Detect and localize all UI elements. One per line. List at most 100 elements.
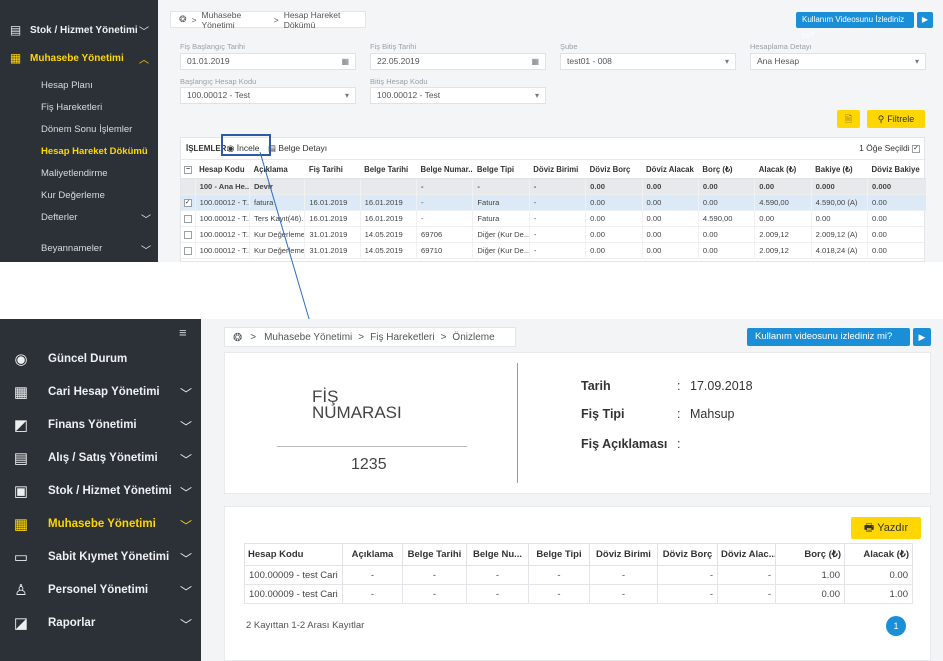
submenu-kur-degerleme[interactable]: Kur Değerleme [41,190,105,201]
sidebar-item-defterler[interactable]: Defterler [41,212,77,223]
checkbox-icon: ✓ [183,198,192,207]
column-header[interactable]: Hesap Kodu [244,543,343,566]
column-header[interactable]: Belge Tipi [528,543,590,566]
clipboard-icon: ▦ [9,51,22,65]
column-header[interactable]: Alacak (₺) [754,162,812,179]
table-cell: 16.01.2019 [359,194,417,211]
sidebar-item[interactable]: ▣ Stok / Hizmet Yönetimi ﹀ [0,477,201,507]
chevron-down-icon: ﹀ [141,246,151,257]
column-header[interactable]: Döviz Alac... [717,543,776,566]
sidebar-item[interactable]: ♙ Personel Yönetimi ﹀ [0,576,201,606]
column-header[interactable]: Döviz Birimi [529,162,586,179]
table-cell: 0.000 [867,178,926,195]
column-header[interactable]: Döviz Birimi [589,543,658,566]
video-prompt-button[interactable]: Kullanım Videosunu İzlediniz mi? [796,12,914,40]
column-header[interactable]: Belge Numar... [416,162,473,179]
fis-bitis-date-field[interactable]: 22.05.2019 ▦ [370,53,546,70]
sidebar-item[interactable]: ◪ Raporlar ﹀ [0,609,201,639]
chevron-down-icon: ﹀ [179,453,192,467]
submenu-hesap-plani[interactable]: Hesap Planı [41,80,93,91]
sidebar-item[interactable]: ▭ Sabit Kıymet Yönetimi ﹀ [0,543,201,573]
table-row[interactable]: 100.00009 - test Cari - - - - - - -0.00 1.00 [244,584,913,604]
submenu-hesap-hareket-dokumu[interactable]: Hesap Hareket Dökümü [41,146,148,157]
row-checkbox[interactable] [181,242,196,259]
column-header[interactable]: Belge Tarihi [360,162,417,179]
breadcrumb-item[interactable]: Fiş Hareketleri [370,332,434,343]
column-header[interactable]: Belge Tarihi [402,543,467,566]
table-cell: 2.009,12 (A) [810,226,868,243]
submenu-fis-hareketleri[interactable]: Fiş Hareketleri [41,102,102,113]
table-cell: 0.00 [810,210,868,227]
table-cell: - [717,565,776,585]
invoice-icon: ▤ [13,450,29,467]
column-header[interactable]: Belge Nu... [466,543,529,566]
column-header[interactable]: Borç (₺) [698,162,755,179]
fis-aciklamasi-label: Fiş Açıklaması [581,437,668,451]
sube-select[interactable]: test01 - 008 ▾ [560,53,736,70]
table-cell: - [466,565,529,585]
sidebar-item[interactable]: ▦ Muhasebe Yönetimi ﹀ [0,510,201,540]
column-header[interactable]: Döviz Bakiye [867,162,926,179]
filter-button[interactable]: ⚲ Filtrele [867,110,925,128]
table-cell: 0.00 [585,226,643,243]
vertical-divider [517,363,518,483]
play-icon[interactable]: ▶ [917,12,933,28]
dashboard-icon[interactable]: ❂ [233,331,242,344]
table-row[interactable]: 100.00009 - test Cari - - - - - - -1.00 0.00 [244,565,913,585]
table-cell: 0.00 [697,178,755,195]
chevron-down-icon: ﹀ [139,26,149,38]
printer-icon: ▤ [9,23,22,37]
printer-icon: 🖶 [863,522,875,534]
page-button[interactable]: 1 [886,616,906,636]
row-checkbox[interactable]: ✓ [181,194,196,211]
column-header[interactable]: Alacak (₺) [844,543,913,566]
table-cell: Diğer (Kur De... [472,226,530,243]
dashboard-icon[interactable]: ❂ [179,14,187,25]
column-header[interactable]: Borç (₺) [775,543,845,566]
row-checkbox[interactable] [181,210,196,227]
sidebar-item-stok[interactable]: ▤ Stok / Hizmet Yönetimi ﹀ [0,17,158,43]
sidebar-item-beyannameler[interactable]: Beyannameler [41,243,102,254]
table-cell [359,178,417,195]
breadcrumb-item[interactable]: Muhasebe Yönetimi [202,10,269,30]
document-icon: 🗎 [844,114,853,124]
export-document-button[interactable]: 🗎 [837,110,860,128]
bottom-sidebar: ≡ ◉ Güncel Durum ▦ Cari Hesap Yönetimi ﹀ ◩ Fin… [0,319,201,661]
column-header[interactable]: Döviz Borç [657,543,718,566]
bitis-hesap-select[interactable]: 100.00012 - Test ▾ [370,87,546,104]
table-cell: 0.00 [867,210,926,227]
sidebar-item[interactable]: ▤ Alış / Satış Yönetimi ﹀ [0,444,201,474]
calendar-icon[interactable]: ▦ [531,54,539,69]
hesaplama-select[interactable]: Ana Hesap ▾ [750,53,926,70]
chevron-up-icon: ︿ [139,54,149,66]
table-cell: 2.009,12 [754,226,812,243]
sidebar-item[interactable]: ▦ Cari Hesap Yönetimi ﹀ [0,378,201,408]
breadcrumb-item[interactable]: Muhasebe Yönetimi [264,332,352,343]
submenu-donem-sonu[interactable]: Dönem Sonu İşlemler [41,124,132,135]
calendar-icon[interactable]: ▦ [341,54,349,69]
play-icon[interactable]: ▶ [913,328,931,346]
submenu-maliyetlendirme[interactable]: Maliyetlendirme [41,168,108,179]
select-all-checkbox[interactable]: − [181,162,196,179]
row-checkbox[interactable] [181,226,196,243]
filter-label: Bitiş Hesap Kodu [370,77,428,86]
column-header[interactable]: Bakiye (₺) [811,162,868,179]
sidebar-item-muhasebe[interactable]: ▦ Muhasebe Yönetimi ︿ [0,45,158,71]
search-icon: ⚲ [877,114,885,124]
table-cell: 4.590,00 [697,210,755,227]
video-prompt-button[interactable]: Kullanım videosunu izlediniz mi? [747,328,910,346]
column-header[interactable]: Açıklama [342,543,403,566]
column-header[interactable]: Döviz Borç [585,162,643,179]
caret-down-icon: ▾ [534,91,539,100]
table-cell: - [402,584,467,604]
clipboard-icon: ▦ [13,516,29,533]
column-header[interactable]: Belge Tipi [472,162,530,179]
column-header[interactable]: Döviz Alacak [642,162,699,179]
fis-baslangic-date-field[interactable]: 01.01.2019 ▦ [180,53,356,70]
baslangic-hesap-select[interactable]: 100.00012 - Test ▾ [180,87,356,104]
table-cell: 1.00 [844,584,913,604]
sidebar-item[interactable]: ◩ Finans Yönetimi ﹀ [0,411,201,441]
menu-toggle-icon[interactable]: ≡ [179,325,187,340]
sidebar-item[interactable]: ◉ Güncel Durum [0,345,201,375]
print-button[interactable]: 🖶 Yazdır [851,517,921,539]
